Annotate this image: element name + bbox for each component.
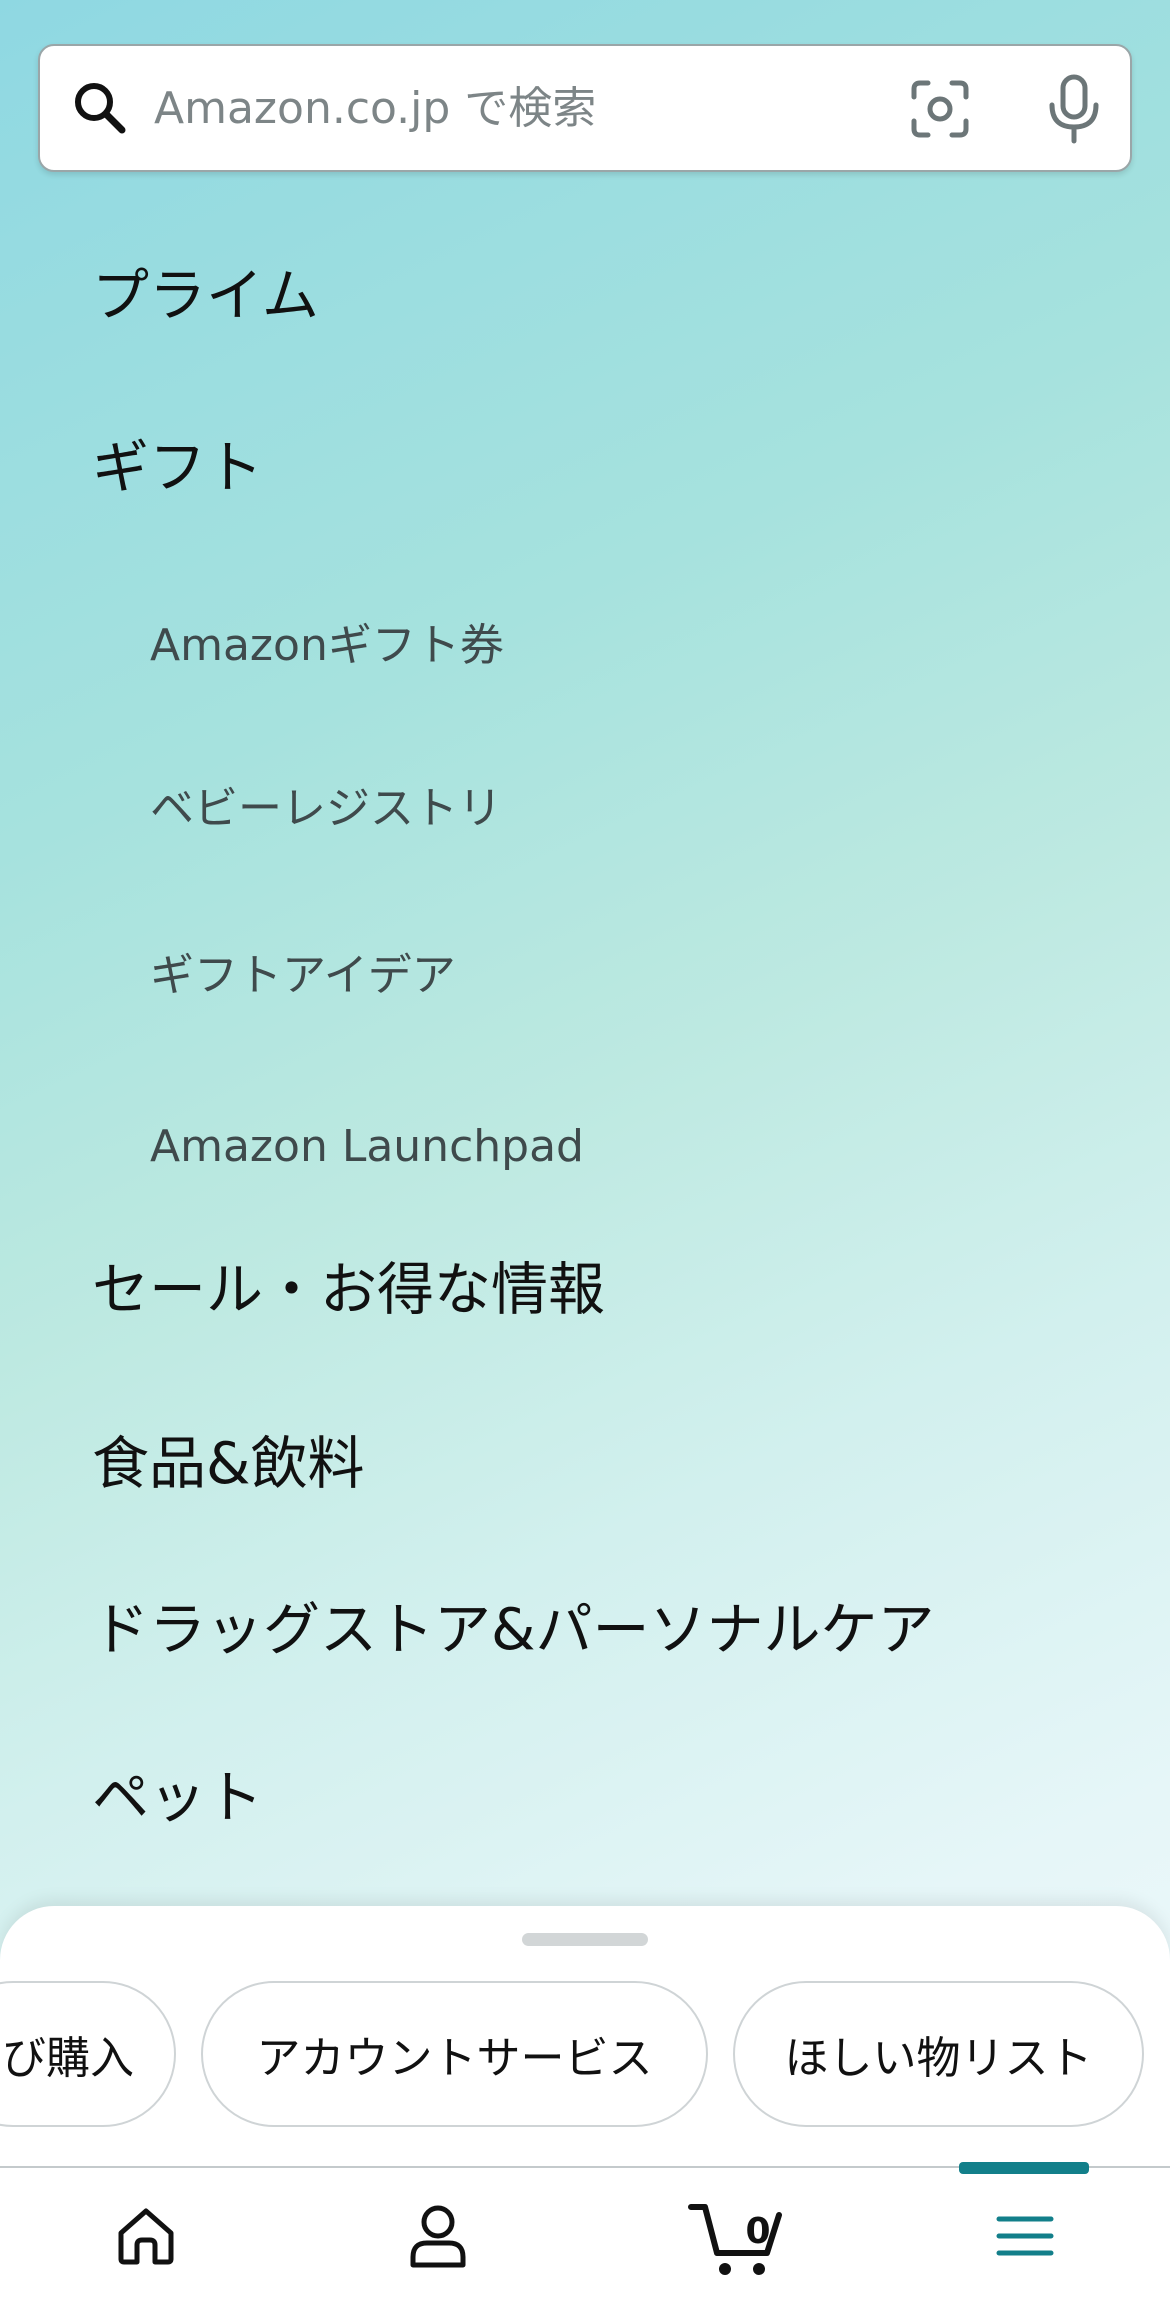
chip-label: アカウントサービス	[256, 2033, 653, 2084]
search-input[interactable]	[152, 81, 856, 135]
submenu-item-baby-registry[interactable]: ベビーレジストリ	[150, 787, 502, 831]
microphone-icon[interactable]	[1044, 73, 1104, 145]
chip-account-service[interactable]: アカウントサービス	[201, 1981, 708, 2127]
cart-count-badge: 0	[745, 2210, 771, 2252]
bottom-nav: 0	[0, 2162, 1170, 2303]
nav-menu[interactable]	[960, 2168, 1090, 2303]
submenu-item-launchpad[interactable]: Amazon Launchpad	[150, 1125, 584, 1169]
search-bar[interactable]	[38, 44, 1132, 172]
submenu-item-gift-ideas[interactable]: ギフトアイデア	[150, 954, 456, 998]
bottom-sheet: び購入 アカウントサービス ほしい物リスト	[0, 1906, 1170, 2166]
menu-item-gift[interactable]: ギフト	[92, 440, 263, 497]
menu-item-prime[interactable]: プライム	[92, 268, 319, 325]
menu-item-drugstore[interactable]: ドラッグストア&パーソナルケア	[92, 1602, 934, 1659]
menu-item-sale[interactable]: セール・お得な情報	[92, 1262, 605, 1319]
chip-wish-list[interactable]: ほしい物リスト	[733, 1981, 1144, 2127]
nav-home[interactable]	[86, 2168, 206, 2303]
drag-handle[interactable]	[522, 1933, 648, 1946]
hamburger-menu-icon	[996, 2216, 1054, 2255]
chip-buy-again[interactable]: び購入	[0, 1981, 176, 2127]
cart-wrapper: 0	[685, 2191, 785, 2281]
search-icon	[75, 83, 126, 134]
menu-item-pet[interactable]: ペット	[92, 1770, 263, 1827]
nav-account[interactable]	[378, 2168, 498, 2303]
menu-item-food[interactable]: 食品&飲料	[92, 1436, 364, 1493]
person-icon	[410, 2205, 466, 2267]
chip-label: び購入	[2, 2033, 134, 2084]
camera-search-icon[interactable]	[908, 77, 972, 141]
nav-cart[interactable]: 0	[670, 2168, 800, 2303]
home-icon	[118, 2208, 174, 2264]
chip-label: ほしい物リスト	[784, 2033, 1093, 2084]
submenu-item-gift-card[interactable]: Amazonギフト券	[150, 624, 504, 668]
